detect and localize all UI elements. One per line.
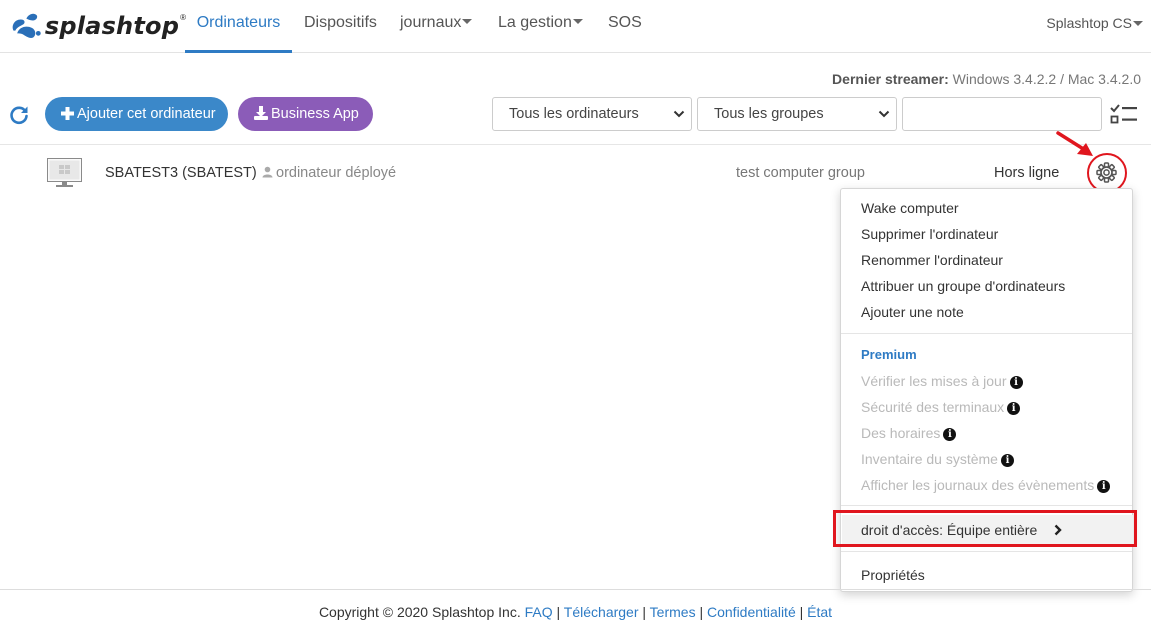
- premium-header: Premium: [861, 347, 917, 362]
- computers-filter-select[interactable]: Tous les ordinateurs: [492, 97, 692, 131]
- menu-divider: [841, 505, 1132, 506]
- top-navbar: splashtop ® Ordinateurs Dispositifs jour…: [0, 0, 1151, 53]
- menu-system-inventory: Inventaire du système i: [861, 451, 1014, 467]
- menu-event-logs: Afficher les journaux des évènements i: [861, 477, 1111, 493]
- footer-divider: [0, 589, 1151, 590]
- nav-label: La gestion: [498, 14, 572, 31]
- menu-item-label: Vérifier les mises à jour: [861, 373, 1007, 389]
- streamer-windows: Windows 3.4.2.2: [952, 71, 1057, 87]
- caret-down-icon: [572, 19, 583, 25]
- caret-down-icon: [462, 19, 473, 25]
- checklist-icon[interactable]: [1110, 103, 1138, 125]
- menu-wake-computer[interactable]: Wake computer: [861, 200, 959, 216]
- chevron-down-icon: [673, 110, 685, 118]
- footer-link-faq[interactable]: FAQ: [525, 604, 553, 620]
- access-highlight-box: [833, 510, 1137, 547]
- add-computer-label: Ajouter cet ordinateur: [77, 106, 216, 122]
- groups-filter-select[interactable]: Tous les groupes: [697, 97, 897, 131]
- info-icon[interactable]: i: [1097, 480, 1111, 493]
- footer-sep: |: [699, 604, 704, 620]
- user-icon: [262, 166, 273, 178]
- footer-link-status[interactable]: État: [807, 604, 832, 620]
- latest-streamer-info: Dernier streamer: Windows 3.4.2.2 / Mac …: [832, 71, 1141, 87]
- info-icon[interactable]: i: [943, 428, 957, 441]
- nav-label: Ordinateurs: [196, 14, 281, 31]
- menu-endpoint-security: Sécurité des terminaux i: [861, 399, 1021, 415]
- nav-label: SOS: [608, 14, 642, 31]
- footer-sep: |: [642, 604, 647, 620]
- menu-schedules: Des horaires i: [861, 425, 957, 441]
- nav-la-gestion[interactable]: La gestion: [498, 0, 583, 53]
- footer-copyright: Copyright © 2020 Splashtop Inc.: [318, 604, 521, 620]
- list-separator: [0, 144, 1151, 145]
- footer-link-terms[interactable]: Termes: [650, 604, 696, 620]
- monitor-icon: [47, 158, 82, 187]
- nav-label: journaux: [400, 14, 462, 31]
- footer-sep: |: [799, 604, 804, 620]
- nav-ordinateurs[interactable]: Ordinateurs: [185, 0, 292, 53]
- groups-filter-value: Tous les groupes: [714, 106, 824, 122]
- info-icon[interactable]: i: [1007, 402, 1021, 415]
- gear-icon[interactable]: [1093, 159, 1120, 186]
- deployed-label: ordinateur déployé: [262, 165, 396, 181]
- refresh-icon[interactable]: [8, 104, 30, 126]
- nav-dispositifs[interactable]: Dispositifs: [304, 0, 377, 53]
- computer-status: Hors ligne: [994, 165, 1060, 181]
- nav-sos[interactable]: SOS: [608, 0, 642, 53]
- annotation-arrow: [1056, 131, 1093, 156]
- computer-name[interactable]: SBATEST3 (SBATEST): [105, 165, 257, 181]
- menu-divider: [841, 333, 1132, 334]
- chevron-down-icon: [878, 110, 890, 118]
- computer-group: test computer group: [736, 165, 865, 181]
- nav-label: Dispositifs: [304, 14, 377, 31]
- footer-sep: |: [556, 604, 561, 620]
- footer-link-privacy[interactable]: Confidentialité: [707, 604, 796, 620]
- business-app-button[interactable]: Business App: [238, 97, 373, 131]
- splashtop-logo-icon: [12, 13, 41, 39]
- menu-rename-computer[interactable]: Renommer l'ordinateur: [861, 252, 1003, 268]
- brand-name: splashtop: [44, 12, 180, 40]
- menu-item-label: Des horaires: [861, 425, 941, 441]
- menu-item-label: Sécurité des terminaux: [861, 399, 1005, 415]
- streamer-label: Dernier streamer:: [832, 71, 949, 87]
- streamer-sep: /: [1060, 71, 1064, 87]
- info-icon[interactable]: i: [1009, 376, 1023, 389]
- menu-item-label: Afficher les journaux des évènements: [861, 477, 1095, 493]
- brand-logo[interactable]: splashtop ®: [8, 6, 186, 46]
- add-computer-button[interactable]: Ajouter cet ordinateur: [45, 97, 228, 131]
- menu-check-updates: Vérifier les mises à jour i: [861, 373, 1023, 389]
- menu-properties[interactable]: Propriétés: [861, 567, 925, 583]
- search-input[interactable]: [902, 97, 1102, 131]
- business-app-label: Business App: [271, 106, 359, 122]
- account-name: Splashtop CS: [1046, 15, 1132, 31]
- info-icon[interactable]: i: [1000, 454, 1014, 467]
- nav-journaux[interactable]: journaux: [400, 0, 473, 53]
- account-menu[interactable]: Splashtop CS: [1046, 0, 1143, 46]
- download-icon: [254, 106, 268, 120]
- footer: Copyright © 2020 Splashtop Inc. FAQ | Té…: [0, 604, 1151, 620]
- menu-item-label: Inventaire du système: [861, 451, 998, 467]
- menu-add-note[interactable]: Ajouter une note: [861, 304, 964, 320]
- deployed-text: ordinateur déployé: [276, 165, 397, 181]
- menu-assign-group[interactable]: Attribuer un groupe d'ordinateurs: [861, 278, 1065, 294]
- footer-link-download[interactable]: Télécharger: [564, 604, 639, 620]
- caret-down-icon: [1133, 20, 1143, 26]
- menu-delete-computer[interactable]: Supprimer l'ordinateur: [861, 226, 998, 242]
- menu-divider: [841, 551, 1132, 552]
- plus-icon: [61, 107, 74, 120]
- streamer-mac: Mac 3.4.2.0: [1067, 71, 1141, 87]
- computers-filter-value: Tous les ordinateurs: [509, 106, 639, 122]
